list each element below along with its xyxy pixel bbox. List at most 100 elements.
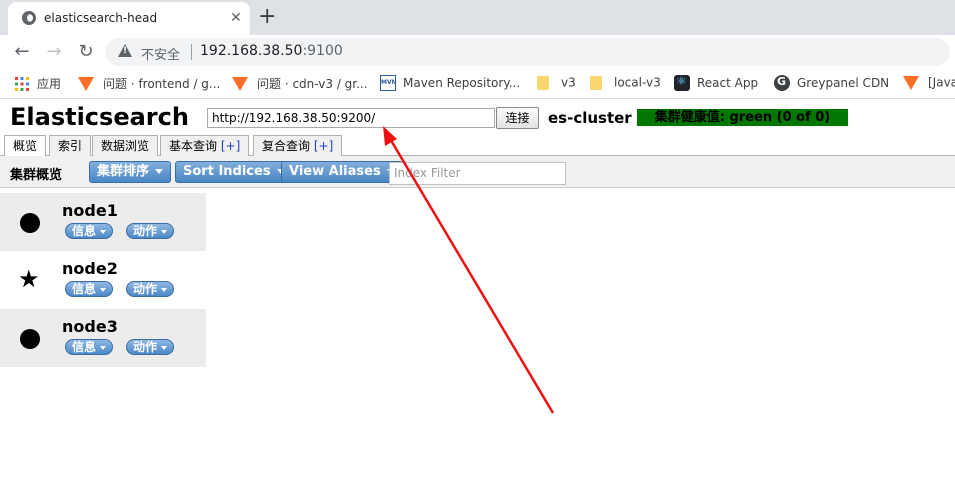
node-name: node1 [62, 201, 118, 220]
new-tab-button[interactable]: + [258, 3, 276, 31]
chevron-down-icon [161, 345, 168, 350]
overview-label: 集群概览 [10, 168, 63, 183]
chevron-down-icon [161, 229, 168, 234]
tab-label: 索引 [58, 139, 83, 153]
tab-compound-query[interactable]: 复合查询 [+] [253, 135, 343, 157]
browser-tab[interactable]: elasticsearch-head ✕ [8, 2, 250, 35]
bookmark-maven[interactable]: MVN Maven Repository... [380, 75, 520, 93]
node-row: node3 信息 动作 [0, 309, 206, 367]
button-label: Sort Indices [183, 164, 271, 179]
bookmark-greypanel[interactable]: Greypanel CDN [774, 75, 889, 93]
react-icon [674, 74, 690, 91]
bookmark-label: local-v3 [614, 75, 661, 90]
node-info-button[interactable]: 信息 [65, 281, 114, 297]
tab-browser[interactable]: 数据浏览 [92, 135, 159, 157]
cluster-health-badge: 集群健康值: green (0 of 0) [637, 109, 848, 126]
gitlab-icon [232, 76, 248, 91]
tab-add-icon[interactable]: [+] [221, 139, 240, 153]
chevron-down-icon [100, 229, 107, 234]
view-aliases-button[interactable]: View Aliases [281, 161, 403, 183]
bookmark-java[interactable]: [Java [903, 75, 955, 93]
circle-icon [20, 329, 40, 349]
back-arrow-icon[interactable]: ← [10, 40, 34, 64]
tab-basic-query[interactable]: 基本查询 [+] [160, 135, 250, 157]
overview-toolbar: 集群概览 集群排序 Sort Indices View Aliases Inde… [0, 156, 955, 188]
browser-tab-strip: elasticsearch-head ✕ + [0, 0, 955, 35]
star-icon: ★ [18, 265, 40, 293]
button-label: View Aliases [289, 164, 381, 179]
connect-button[interactable]: 连接 [496, 107, 539, 129]
node-row: node1 信息 动作 [0, 193, 206, 251]
bookmark-label: React App [697, 76, 759, 90]
bookmark-react-app[interactable]: React App [674, 74, 759, 93]
button-label: 信息 [72, 340, 97, 354]
bookmark-cdn-issues[interactable]: 问题 · cdn-v3 / gr... [232, 75, 368, 93]
tab-label: 基本查询 [169, 139, 221, 153]
bookmark-label: v3 [561, 75, 576, 90]
url-text[interactable]: 192.168.38.50:9100 [200, 43, 343, 59]
node-name: node3 [62, 317, 118, 336]
tab-indices[interactable]: 索引 [49, 135, 92, 157]
browser-toolbar: ← → ↻ 不安全 192.168.38.50:9100 [0, 35, 955, 69]
node-row: ★ node2 信息 动作 [0, 251, 206, 309]
tab-title: elasticsearch-head [44, 11, 158, 25]
bookmark-label: 问题 · cdn-v3 / gr... [257, 77, 368, 91]
button-label: 动作 [133, 340, 158, 354]
sort-cluster-button[interactable]: 集群排序 [89, 161, 172, 183]
url-host: 192.168.38.50 [200, 43, 303, 59]
bookmark-frontend-issues[interactable]: 问题 · frontend / g... [78, 75, 220, 93]
bookmark-label: 问题 · frontend / g... [103, 77, 221, 91]
bookmark-local-v3[interactable]: local-v3 [590, 75, 661, 93]
folder-icon [590, 75, 602, 90]
bookmark-label: [Java [928, 75, 955, 90]
apps-grid-icon [14, 76, 30, 92]
maven-icon: MVN [380, 75, 397, 91]
node-actions-button[interactable]: 动作 [126, 339, 175, 355]
bookmark-v3[interactable]: v3 [537, 75, 576, 93]
app-tabs: 概览 索引 数据浏览 基本查询 [+] 复合查询 [+] [0, 134, 955, 158]
button-label: 动作 [133, 224, 158, 238]
bookmark-label: Greypanel CDN [797, 76, 890, 90]
node-info-button[interactable]: 信息 [65, 223, 114, 239]
index-filter-input[interactable]: Index Filter [389, 162, 566, 185]
address-bar[interactable]: 不安全 192.168.38.50:9100 [105, 38, 950, 66]
cluster-name: es-cluster [548, 109, 632, 127]
tab-add-icon[interactable]: [+] [314, 139, 333, 153]
button-label: 信息 [72, 224, 97, 238]
node-actions-button[interactable]: 动作 [126, 223, 175, 239]
button-label: 信息 [72, 282, 97, 296]
node-info-button[interactable]: 信息 [65, 339, 114, 355]
reload-icon[interactable]: ↻ [74, 40, 98, 64]
node-actions-button[interactable]: 动作 [126, 281, 175, 297]
security-label[interactable]: 不安全 [141, 44, 180, 63]
button-label: 动作 [133, 282, 158, 296]
sort-indices-button[interactable]: Sort Indices [175, 161, 293, 183]
chevron-down-icon [100, 345, 107, 350]
chevron-down-icon [161, 287, 168, 292]
tab-label: 数据浏览 [101, 139, 150, 153]
forward-arrow-icon[interactable]: → [42, 40, 66, 64]
bookmarks-bar: 应用 问题 · frontend / g... 问题 · cdn-v3 / gr… [0, 69, 955, 99]
folder-icon [537, 75, 549, 90]
bookmark-label: Maven Repository... [403, 76, 521, 90]
omnibox-divider [191, 44, 192, 60]
gitlab-icon [903, 75, 919, 90]
bookmark-apps[interactable]: 应用 [14, 75, 61, 93]
g-icon [774, 75, 790, 91]
tab-label: 概览 [13, 139, 38, 153]
chevron-down-icon [100, 287, 107, 292]
app-header: Elasticsearch http://192.168.38.50:9200/… [0, 100, 955, 134]
warning-icon[interactable] [118, 44, 132, 57]
tab-label: 复合查询 [262, 139, 314, 153]
circle-icon [20, 213, 40, 233]
close-tab-icon[interactable]: ✕ [230, 8, 242, 28]
connection-url-input[interactable]: http://192.168.38.50:9200/ [207, 108, 495, 128]
button-label: 集群排序 [97, 164, 150, 179]
url-port: :9100 [302, 43, 343, 59]
chevron-down-icon [155, 169, 164, 174]
bookmark-label: 应用 [37, 77, 62, 91]
app-title: Elasticsearch [10, 103, 189, 131]
node-name: node2 [62, 259, 118, 278]
gitlab-icon [78, 76, 94, 91]
tab-overview[interactable]: 概览 [4, 135, 47, 158]
